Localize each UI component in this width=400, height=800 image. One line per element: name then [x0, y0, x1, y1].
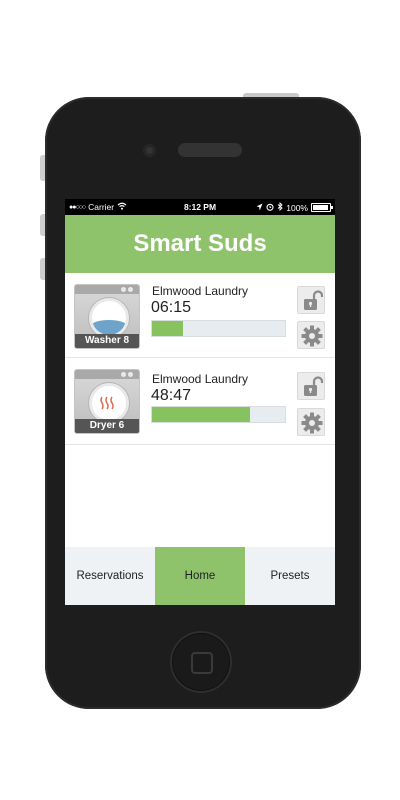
control-panel [75, 370, 139, 379]
dryer-drum-icon [89, 383, 129, 423]
unlock-button[interactable] [297, 286, 325, 314]
settings-button[interactable] [297, 408, 325, 436]
status-bar: ●●○○○ Carrier 8:12 PM 100% [65, 199, 335, 215]
time-remaining: 06:15 [151, 299, 192, 316]
settings-button[interactable] [297, 321, 325, 349]
tab-reservations[interactable]: Reservations [65, 547, 155, 605]
tab-presets[interactable]: Presets [245, 547, 335, 605]
cycle-progress-bar [151, 406, 286, 423]
earpiece-speaker [178, 143, 242, 157]
phone-screen: ●●○○○ Carrier 8:12 PM 100% Smart Suds Wa… [65, 199, 335, 605]
location-icon [256, 203, 263, 213]
battery-percent: 100% [286, 202, 308, 213]
app-title: Smart Suds [65, 215, 335, 273]
front-camera [143, 144, 156, 157]
tab-bar: Reservations Home Presets [65, 547, 335, 605]
alarm-icon [266, 203, 274, 213]
washer-thumbnail[interactable]: Washer 8 [74, 284, 140, 349]
dryer-thumbnail[interactable]: Dryer 6 [74, 369, 140, 434]
machine-name: Dryer 6 [75, 419, 139, 433]
machine-location: Elmwood Laundry [152, 284, 249, 298]
progress-fill [152, 321, 183, 336]
home-button-square-icon [191, 652, 213, 674]
machine-list: Washer 8 Elmwood Laundry 06:15 Dryer 6 E… [65, 273, 335, 445]
water-icon [92, 320, 126, 335]
battery-icon [311, 203, 333, 212]
machine-location: Elmwood Laundry [152, 372, 249, 386]
control-panel [75, 285, 139, 294]
machine-row-dryer[interactable]: Dryer 6 Elmwood Laundry 48:47 [65, 358, 335, 445]
washer-drum-icon [89, 298, 129, 338]
machine-row-washer[interactable]: Washer 8 Elmwood Laundry 06:15 [65, 273, 335, 358]
home-button[interactable] [172, 633, 230, 691]
machine-name: Washer 8 [75, 334, 139, 348]
heat-waves-icon [100, 396, 114, 410]
bluetooth-icon [277, 201, 283, 213]
progress-fill [152, 407, 251, 422]
tab-home[interactable]: Home [155, 547, 245, 605]
time-remaining: 48:47 [151, 387, 192, 404]
unlock-button[interactable] [297, 372, 325, 400]
cycle-progress-bar [151, 320, 286, 337]
